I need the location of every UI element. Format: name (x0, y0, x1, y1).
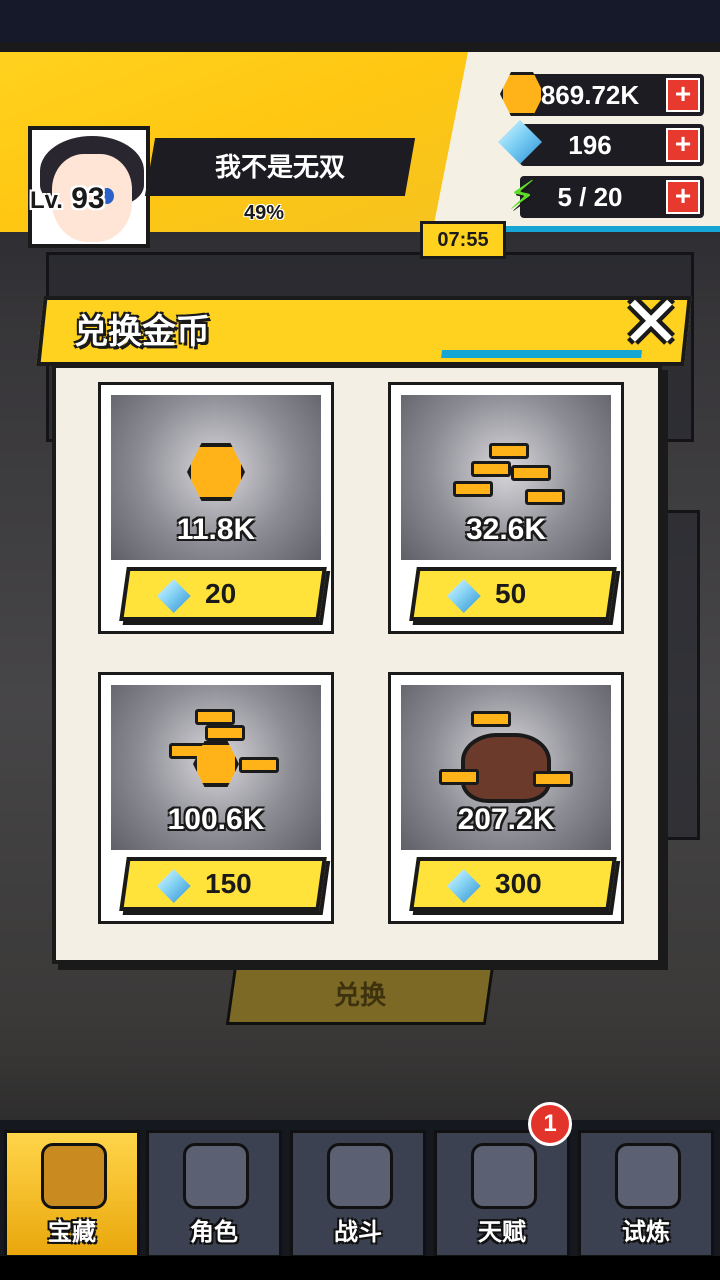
add-gem-button[interactable]: + (666, 128, 700, 162)
nav-item-trial[interactable]: 试炼 (578, 1130, 714, 1258)
offer-price-1: 20 (205, 578, 237, 609)
gem-value: 196 (568, 130, 612, 160)
energy-counter: 5 / 20 + (520, 176, 704, 218)
energy-timer: 07:55 (420, 221, 506, 259)
coin-stack-icon (439, 769, 479, 785)
offer-card-4: 207.2K 300 (388, 672, 624, 924)
coin-stack-icon (453, 481, 493, 497)
character-icon (183, 1143, 249, 1209)
player-name-plate: 我不是无双 (144, 138, 416, 196)
gem-icon (157, 869, 191, 903)
offer-art-2: 32.6K (401, 395, 611, 560)
modal-body: 11.8K 20 32.6K 50 100.6K 150 207.2K 300 (52, 364, 662, 964)
offer-price-3: 150 (205, 868, 252, 899)
buy-button-2[interactable]: 50 (409, 567, 617, 621)
sword-icon (327, 1143, 393, 1209)
coin-stack-icon (511, 465, 551, 481)
treasure-bag-icon (461, 733, 551, 803)
coin-stack-icon (471, 461, 511, 477)
nav-item-character[interactable]: 角色 (146, 1130, 282, 1258)
player-level-value: 93 (71, 182, 105, 215)
add-energy-button[interactable]: + (666, 180, 700, 214)
gem-counter: 196 + (520, 124, 704, 166)
offer-card-1: 11.8K 20 (98, 382, 334, 634)
gem-icon (447, 579, 481, 613)
exchange-gold-modal: 兑换金币 ✕ 11.8K 20 32.6K 50 100.6K 150 207.… (36, 284, 692, 978)
nav-label-trial: 试炼 (622, 1219, 670, 1246)
lightbulb-icon (471, 1143, 537, 1209)
coin-stack-icon (533, 771, 573, 787)
coin-stack-icon (525, 489, 565, 505)
status-strip (0, 0, 720, 48)
exp-percent: 49% (244, 202, 285, 224)
player-name: 我不是无双 (214, 152, 345, 182)
offer-price-2: 50 (495, 578, 527, 609)
coin-stack-icon (239, 757, 279, 773)
offer-art-1: 11.8K (111, 395, 321, 560)
close-button[interactable]: ✕ (606, 284, 696, 362)
nav-label-treasure: 宝藏 (48, 1219, 96, 1246)
buy-button-4[interactable]: 300 (409, 857, 617, 911)
offer-amount-3: 100.6K (167, 803, 265, 836)
modal-title: 兑换金币 (74, 313, 210, 351)
nav-label-talent: 天赋 (478, 1219, 526, 1246)
offer-amount-2: 32.6K (465, 513, 547, 546)
nav-item-talent[interactable]: 天赋 (434, 1130, 570, 1258)
nav-label-character: 角色 (190, 1219, 238, 1246)
nav-item-treasure[interactable]: 宝藏 (4, 1130, 140, 1258)
coin-stack-icon (489, 443, 529, 459)
player-header: 我不是无双 49% 869.72K + 196 + 07:55 5 / 20 +… (0, 42, 720, 259)
player-level: Lv. 93 (30, 182, 105, 215)
offer-art-4: 207.2K (401, 685, 611, 850)
buy-button-3[interactable]: 150 (119, 857, 327, 911)
trial-emblem-icon (615, 1143, 681, 1209)
gold-coin-icon (187, 443, 245, 501)
add-gold-button[interactable]: + (666, 78, 700, 112)
offer-price-4: 300 (495, 868, 542, 899)
nav-item-battle[interactable]: 战斗 (290, 1130, 426, 1258)
offer-card-3: 100.6K 150 (98, 672, 334, 924)
offer-art-3: 100.6K (111, 685, 321, 850)
buy-button-1[interactable]: 20 (119, 567, 327, 621)
coin-stack-icon (195, 709, 235, 725)
coin-stack-icon (205, 725, 245, 741)
treasure-chest-icon (41, 1143, 107, 1209)
talent-notification-badge: 1 (528, 1102, 572, 1146)
coin-stack-icon (471, 711, 511, 727)
bottom-system-strip (0, 1256, 720, 1280)
lightning-bolt-icon: ⚡ (507, 174, 537, 218)
offer-card-2: 32.6K 50 (388, 382, 624, 634)
gold-counter: 869.72K + (520, 74, 704, 116)
nav-label-battle: 战斗 (334, 1219, 382, 1246)
gem-icon (447, 869, 481, 903)
offer-amount-4: 207.2K (457, 803, 555, 836)
gem-icon (157, 579, 191, 613)
offer-amount-1: 11.8K (176, 513, 256, 546)
